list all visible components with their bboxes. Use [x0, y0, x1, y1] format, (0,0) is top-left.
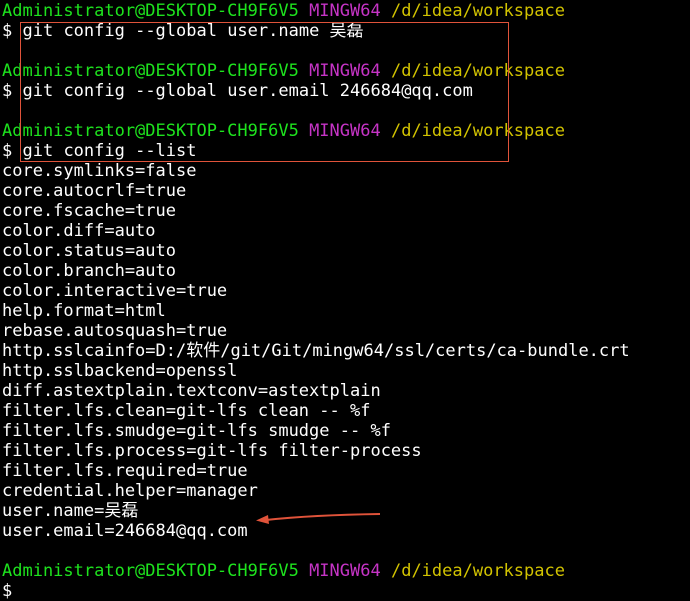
- prompt-user-host: Administrator@DESKTOP-CH9F6V5: [2, 561, 299, 581]
- prompt-system: MINGW64: [309, 561, 381, 581]
- output-line: filter.lfs.required=true: [2, 461, 248, 481]
- prompt-symbol: $: [2, 21, 13, 41]
- command-line: $ git config --list: [2, 141, 690, 161]
- command-text: git config --list: [22, 141, 197, 161]
- prompt-line: Administrator@DESKTOP-CH9F6V5 MINGW64 /d…: [2, 61, 690, 81]
- output-line-user-email: user.email=246684@qq.com: [2, 521, 248, 541]
- output-line-user-name: user.name=吴磊: [2, 501, 139, 521]
- prompt-user-host: Administrator@DESKTOP-CH9F6V5: [2, 121, 299, 141]
- output-line: color.branch=auto: [2, 261, 176, 281]
- prompt-line: Administrator@DESKTOP-CH9F6V5 MINGW64 /d…: [2, 121, 690, 141]
- output-line: credential.helper=manager: [2, 481, 258, 501]
- prompt-system: MINGW64: [309, 61, 381, 81]
- prompt-system: MINGW64: [309, 121, 381, 141]
- output-line: core.fscache=true: [2, 201, 176, 221]
- output-line: diff.astextplain.textconv=astextplain: [2, 381, 381, 401]
- prompt-path: /d/idea/workspace: [390, 61, 565, 81]
- output-line: help.format=html: [2, 301, 166, 321]
- prompt-user-host: Administrator@DESKTOP-CH9F6V5: [2, 1, 299, 21]
- output-line: core.autocrlf=true: [2, 181, 187, 201]
- output-line: color.interactive=true: [2, 281, 228, 301]
- prompt-line: Administrator@DESKTOP-CH9F6V5 MINGW64 /d…: [2, 561, 690, 581]
- output-line: color.diff=auto: [2, 221, 156, 241]
- output-line: filter.lfs.clean=git-lfs clean -- %f: [2, 401, 371, 421]
- prompt-path: /d/idea/workspace: [390, 121, 565, 141]
- command-input-line[interactable]: $: [2, 581, 690, 601]
- prompt-symbol: $: [2, 581, 13, 601]
- command-text: git config --global user.email 246684@qq…: [22, 81, 473, 101]
- output-line: core.symlinks=false: [2, 161, 197, 181]
- prompt-symbol: $: [2, 141, 13, 161]
- terminal-window[interactable]: Administrator@DESKTOP-CH9F6V5 MINGW64 /d…: [2, 1, 690, 601]
- output-line: http.sslcainfo=D:/软件/git/Git/mingw64/ssl…: [2, 341, 630, 361]
- prompt-system: MINGW64: [309, 1, 381, 21]
- command-line: $ git config --global user.email 246684@…: [2, 81, 690, 101]
- output-line: color.status=auto: [2, 241, 176, 261]
- prompt-user-host: Administrator@DESKTOP-CH9F6V5: [2, 61, 299, 81]
- output-line: filter.lfs.smudge=git-lfs smudge -- %f: [2, 421, 391, 441]
- command-text: git config --global user.name 吴磊: [22, 21, 364, 41]
- prompt-path: /d/idea/workspace: [390, 561, 565, 581]
- prompt-path: /d/idea/workspace: [390, 1, 565, 21]
- output-line: filter.lfs.process=git-lfs filter-proces…: [2, 441, 422, 461]
- output-line: rebase.autosquash=true: [2, 321, 228, 341]
- prompt-line: Administrator@DESKTOP-CH9F6V5 MINGW64 /d…: [2, 1, 690, 21]
- output-line: http.sslbackend=openssl: [2, 361, 238, 381]
- prompt-symbol: $: [2, 81, 13, 101]
- command-line: $ git config --global user.name 吴磊: [2, 21, 690, 41]
